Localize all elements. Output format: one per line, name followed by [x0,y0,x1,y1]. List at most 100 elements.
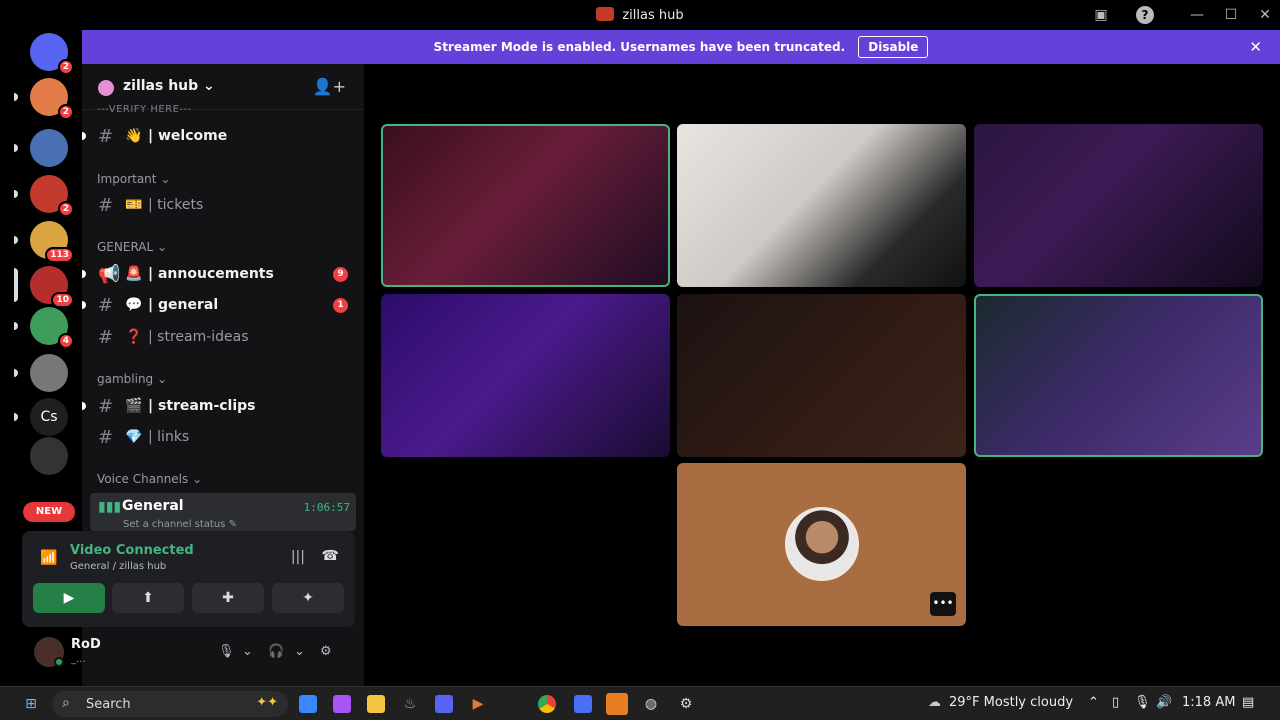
channel-general[interactable]: # 💬 | general 1 [82,291,356,319]
unread-pip [14,268,18,302]
video-tile-1[interactable] [381,124,670,287]
screen-share-button[interactable]: ⬆ [112,583,184,613]
server-name: zillas hub ⌄ [123,78,215,94]
hash-icon: # [98,427,114,448]
server-icon-cs-server[interactable]: Cs [30,398,68,436]
server-icon-direct-messages[interactable]: 2 [30,33,74,75]
hash-icon: # [98,195,114,216]
close-banner-icon[interactable]: ✕ [1249,38,1262,56]
video-tile-2[interactable] [677,124,966,287]
server-icon-server-9[interactable] [30,437,68,475]
steam-icon[interactable]: ♨ [401,695,419,713]
video-stage: ••• [364,64,1280,686]
voice-channel-general[interactable]: ▮▮▮ General 1:06:57 Set a channel status… [90,493,356,531]
voice-channel-status[interactable]: Set a channel status ✎ [123,519,237,530]
invite-icon[interactable]: 👤+ [313,77,346,96]
channel-emoji: 💬 [125,297,143,313]
video-tile-4[interactable] [381,294,670,457]
settings-gear-icon[interactable]: ⚙ [320,644,332,659]
chrome-icon[interactable] [538,695,556,713]
category-gambling[interactable]: gambling ⌄ [97,372,167,386]
username[interactable]: RoD [71,637,101,652]
windows-start-icon[interactable]: ⊞ [22,695,40,713]
channel-annoucements[interactable]: 📢 🚨 | annoucements 9 [82,260,356,288]
voice-channel-timer: 1:06:57 [303,501,350,514]
video-tile-3[interactable] [974,124,1263,287]
voice-connection-state[interactable]: Video Connected [70,543,194,558]
clock[interactable]: 1:18 AM [1182,695,1235,710]
chevron-down-icon[interactable]: ⌄ [294,644,305,659]
copilot-icon[interactable] [333,695,351,713]
help-icon[interactable]: ? [1136,6,1154,24]
hash-icon: # [98,126,114,147]
taskbar-search[interactable]: ⌕ Search ✦✦ [52,691,288,717]
category-general[interactable]: GENERAL ⌄ [97,240,167,254]
microphone-icon[interactable]: 🎙 [218,644,235,659]
video-tile-5[interactable] [677,294,966,457]
settings-icon[interactable]: ⚙ [677,695,695,713]
video-tile-6[interactable] [974,294,1263,457]
inbox-icon[interactable]: ▣ [1092,6,1110,24]
voice-activity-icon: ▮▮▮ [98,499,122,515]
camera-icon: ▶ [63,590,75,606]
channel-emoji: 💎 [125,429,143,445]
channel-welcome[interactable]: # 👋 | welcome [82,122,356,150]
disconnect-icon[interactable]: ☎ [322,548,339,564]
close-window-icon[interactable]: ✕ [1256,6,1274,24]
category-voice-channels[interactable]: Voice Channels ⌄ [97,472,202,486]
channel-label: | stream-clips [148,398,256,414]
server-icon-server-1[interactable]: 2 [30,78,74,120]
minimize-icon[interactable]: — [1188,6,1206,24]
battery-icon[interactable]: ▯ [1112,695,1119,710]
noise-suppression-icon[interactable]: ||| [291,549,305,565]
notification-badge: 113 [45,247,74,263]
channel-label: | tickets [148,197,204,213]
headphones-icon[interactable]: 🎧 [268,644,284,659]
channel-stream-ideas[interactable]: # ❓ | stream-ideas [90,323,356,351]
camera-button[interactable]: ▶ [33,583,105,613]
channel-emoji: ❓ [125,329,143,345]
activities-button[interactable]: ✚ [192,583,264,613]
server-icon-zillas-hub[interactable]: 10 [30,266,74,308]
channel-stream-clips[interactable]: # 🎬 | stream-clips [82,392,356,420]
app-icon-2[interactable] [574,695,592,713]
voice-channel-name: General [122,498,184,514]
server-logo-icon [596,7,615,21]
steam-active-icon[interactable] [606,693,628,715]
tray-overflow-icon[interactable]: ⌃ [1088,695,1099,710]
video-tile-7[interactable]: ••• [677,463,966,626]
speaker-icon[interactable]: 🔊 [1156,695,1172,710]
maximize-icon[interactable]: ☐ [1222,6,1240,24]
server-icon-server-2[interactable] [30,129,68,167]
microphone-tray-icon[interactable]: 🎙 [1134,695,1151,710]
notification-badge: 2 [57,59,74,75]
activities-icon: ✚ [222,590,234,606]
search-icon: ⌕ [62,695,70,711]
server-icon-server-4[interactable]: 113 [30,221,74,263]
category-verify[interactable]: ---VERIFY HERE--- [97,104,192,115]
server-icon-server-6[interactable]: 4 [30,307,74,349]
unread-indicator [82,132,86,140]
chevron-down-icon[interactable]: ⌄ [242,644,253,659]
weather-widget[interactable]: ☁ 29°F Mostly cloudy [928,695,1073,710]
more-options-icon[interactable]: ••• [930,592,956,616]
channel-links[interactable]: # 💎 | links [90,423,356,451]
file-explorer-icon[interactable] [367,695,385,713]
hash-icon: # [98,295,114,316]
soundboard-button[interactable]: ✦ [272,583,344,613]
signal-icon[interactable]: 📶 [40,550,57,566]
widgets-icon[interactable] [299,695,317,713]
channel-tickets[interactable]: # 🎫 | tickets [90,191,356,219]
notification-center-icon[interactable]: ▤ [1242,695,1254,710]
disable-streamer-mode-button[interactable]: Disable [858,36,929,58]
notification-badge: 2 [57,104,74,120]
server-icon-server-7[interactable] [30,354,68,392]
copilot-sparkle-icon: ✦✦ [256,695,278,710]
server-icon-server-3[interactable]: 2 [30,175,74,217]
app-icon-3[interactable]: ◍ [642,695,660,713]
discord-taskbar-icon[interactable] [435,695,453,713]
app-icon[interactable]: ▶ [469,695,487,713]
new-badge[interactable]: NEW [23,502,75,522]
notification-badge: 4 [57,333,74,349]
category-important[interactable]: Important ⌄ [97,172,170,186]
